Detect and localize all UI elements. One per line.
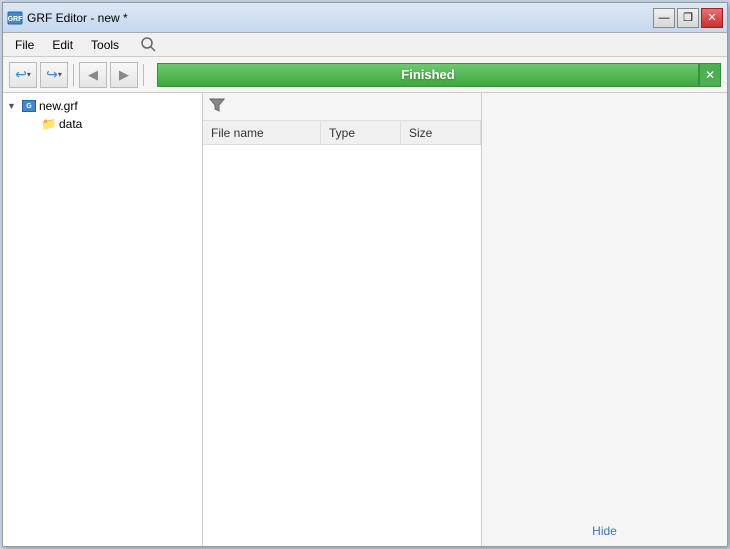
app-icon: GRF	[7, 10, 23, 26]
hide-button[interactable]: Hide	[592, 524, 617, 538]
redo-icon: ↪	[46, 66, 58, 83]
column-header-size[interactable]: Size	[401, 121, 481, 144]
main-content: ▼ G new.grf 📁 data	[3, 93, 727, 546]
file-tree-panel[interactable]: ▼ G new.grf 📁 data	[3, 93, 203, 546]
filter-icon[interactable]	[209, 97, 225, 116]
restore-button[interactable]: ❐	[677, 8, 699, 28]
close-button[interactable]: ✕	[701, 8, 723, 28]
redo-arrow-icon: ▾	[58, 70, 62, 79]
title-bar: GRF GRF Editor - new * — ❐ ✕	[3, 3, 727, 33]
progress-close-button[interactable]: ✕	[699, 63, 721, 87]
minimize-button[interactable]: —	[653, 8, 675, 28]
grf-file-icon: G	[22, 99, 36, 113]
preview-panel: Hide	[482, 93, 727, 546]
undo-icon: ↩	[15, 66, 27, 83]
folder-icon: 📁	[42, 117, 56, 131]
preview-footer: Hide	[482, 520, 727, 542]
tree-root-item[interactable]: ▼ G new.grf	[3, 97, 202, 115]
progress-label: Finished	[401, 67, 454, 82]
toolbar: ↩ ▾ ↪ ▾ ◀ ▶ Finished ✕	[3, 57, 727, 93]
window-title: GRF Editor - new *	[27, 11, 649, 25]
tree-data-folder[interactable]: 📁 data	[3, 115, 202, 133]
svg-text:GRF: GRF	[8, 16, 23, 23]
file-list-toolbar	[203, 93, 481, 121]
menu-file[interactable]: File	[7, 36, 42, 54]
progress-close-icon: ✕	[705, 68, 715, 82]
window-controls: — ❐ ✕	[653, 8, 723, 28]
column-header-type[interactable]: Type	[321, 121, 401, 144]
main-window: GRF GRF Editor - new * — ❐ ✕ File Edit T…	[2, 2, 728, 547]
search-icon[interactable]	[139, 35, 159, 55]
menu-tools[interactable]: Tools	[83, 36, 127, 54]
back-button[interactable]: ◀	[79, 62, 107, 88]
file-list-panel: File name Type Size	[203, 93, 482, 546]
tree-folder-label: data	[59, 117, 82, 131]
forward-icon: ▶	[119, 67, 129, 83]
forward-button[interactable]: ▶	[110, 62, 138, 88]
back-icon: ◀	[88, 67, 98, 83]
toolbar-separator-1	[73, 64, 74, 86]
tree-expand-arrow: ▼	[7, 101, 19, 111]
file-list-header: File name Type Size	[203, 121, 481, 145]
toolbar-separator-2	[143, 64, 144, 86]
menu-edit[interactable]: Edit	[44, 36, 81, 54]
undo-arrow-icon: ▾	[27, 70, 31, 79]
menu-bar: File Edit Tools	[3, 33, 727, 57]
undo-button[interactable]: ↩ ▾	[9, 62, 37, 88]
redo-button[interactable]: ↪ ▾	[40, 62, 68, 88]
column-header-filename[interactable]: File name	[203, 121, 321, 144]
preview-body	[482, 93, 727, 520]
tree-root-label: new.grf	[39, 99, 78, 113]
file-list-body[interactable]	[203, 145, 481, 546]
progress-bar: Finished	[157, 63, 699, 87]
